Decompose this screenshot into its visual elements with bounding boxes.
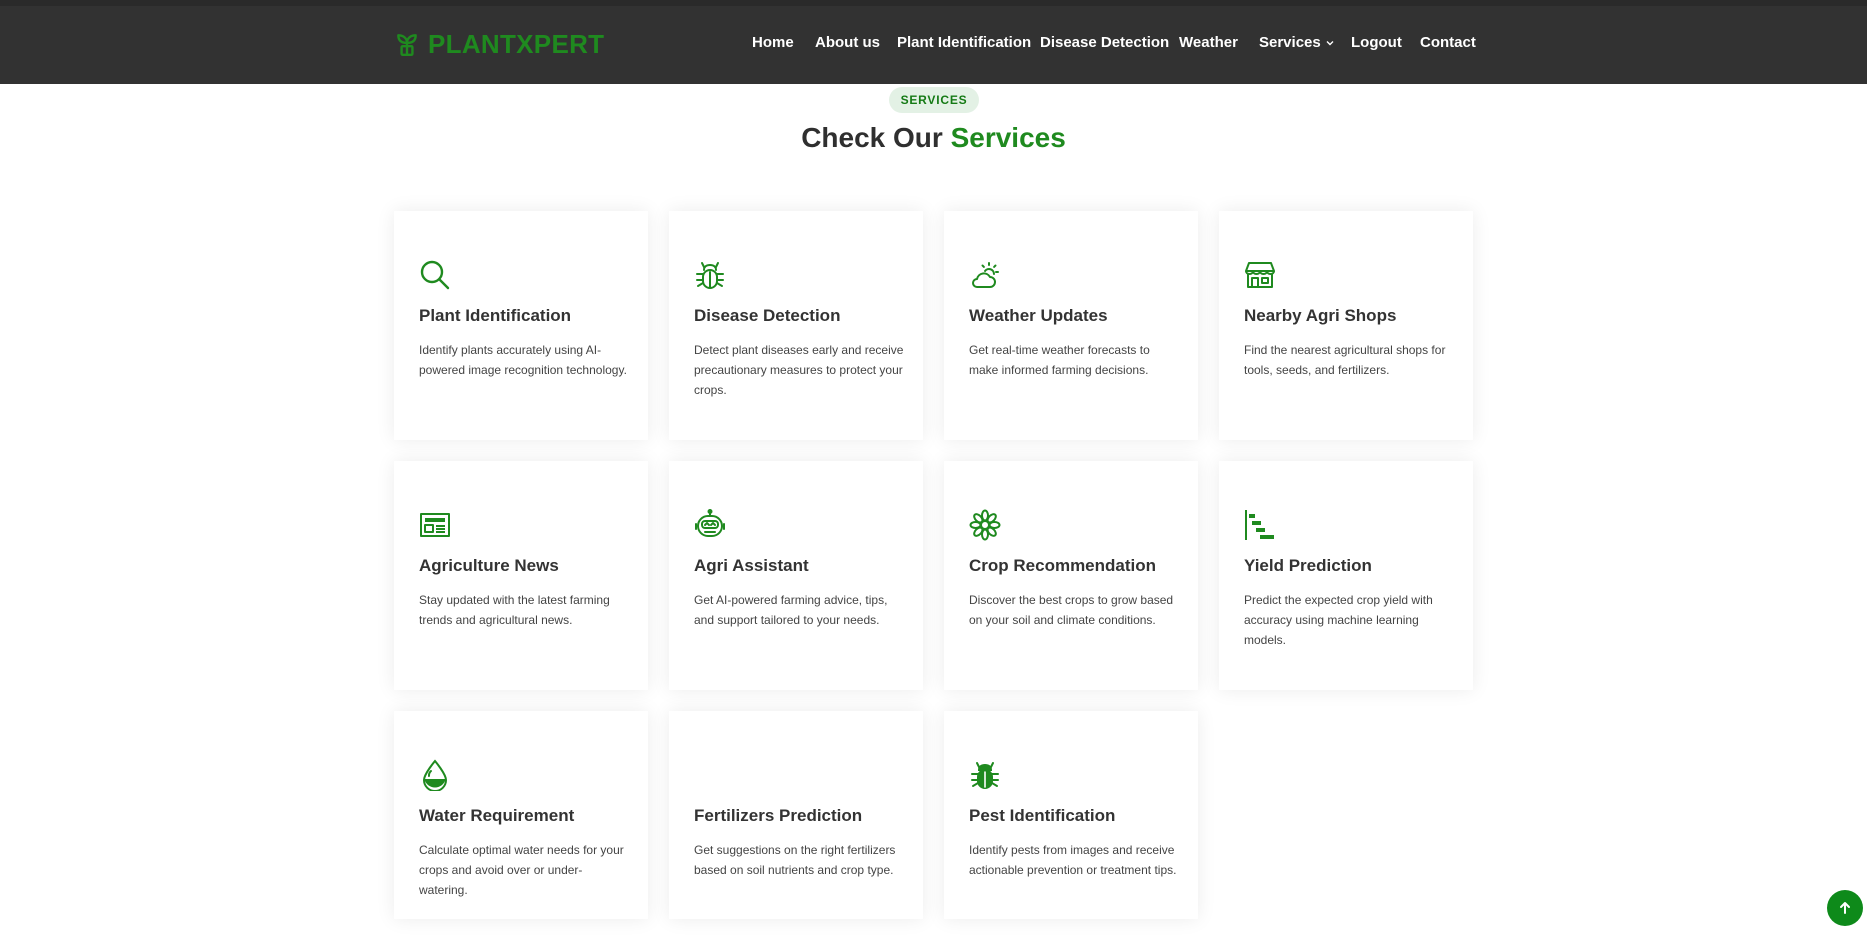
card-description: Detect plant diseases early and receive … <box>694 343 904 397</box>
service-card-pest-identification[interactable]: Pest Identification Identify pests from … <box>944 711 1198 919</box>
service-card-weather-updates[interactable]: Weather Updates Get real-time weather fo… <box>944 211 1198 440</box>
service-card-crop-recommendation[interactable]: Crop Recommendation Discover the best cr… <box>944 461 1198 690</box>
section-title: Check Our Services <box>0 122 1867 154</box>
service-card-disease-detection[interactable]: Disease Detection Detect plant diseases … <box>669 211 923 440</box>
card-title: Crop Recommendation <box>969 556 1157 575</box>
nav-about-us[interactable]: About us <box>815 34 880 51</box>
card-title: Plant Identification <box>419 306 572 325</box>
nav-logout[interactable]: Logout <box>1351 34 1402 51</box>
card-title: Nearby Agri Shops <box>1244 306 1397 325</box>
search-icon <box>420 260 450 290</box>
card-title: Yield Prediction <box>1244 556 1372 575</box>
robot-icon <box>695 509 725 537</box>
card-title: Agri Assistant <box>694 556 809 575</box>
page: PLANTXPERT Home About us Plant Identific… <box>0 0 1867 938</box>
section-title-prefix: Check Our <box>801 122 943 153</box>
chevron-down-icon <box>1326 40 1334 45</box>
card-description: Calculate optimal water needs for your c… <box>419 843 624 897</box>
cloud-sun-icon <box>972 262 999 288</box>
card-description: Predict the expected crop yield with acc… <box>1244 593 1433 647</box>
service-card-water-requirement[interactable]: Water Requirement Calculate optimal wate… <box>394 711 648 919</box>
card-title: Pest Identification <box>969 806 1116 825</box>
service-card-yield-prediction[interactable]: Yield Prediction Predict the expected cr… <box>1219 461 1473 690</box>
flower-icon <box>969 509 1001 541</box>
header: PLANTXPERT Home About us Plant Identific… <box>0 0 1867 84</box>
card-description: Get suggestions on the right fertilizers… <box>694 843 896 877</box>
card-description: Stay updated with the latest farming tre… <box>419 593 610 627</box>
section-badge: SERVICES <box>889 87 979 113</box>
arrow-up-icon <box>1840 902 1850 914</box>
nav-contact[interactable]: Contact <box>1420 34 1476 51</box>
nav-home[interactable]: Home <box>752 34 794 51</box>
newspaper-icon <box>420 513 450 537</box>
card-description: Discover the best crops to grow based on… <box>969 593 1174 627</box>
nav-plant-identification[interactable]: Plant Identification <box>897 34 1031 51</box>
main-nav: Home About us Plant Identification Disea… <box>0 34 1867 56</box>
back-to-top-button[interactable] <box>1827 890 1863 926</box>
header-top-border <box>0 0 1867 6</box>
card-description: Get real-time weather forecasts to make … <box>969 343 1150 377</box>
droplet-half-icon <box>422 759 448 791</box>
card-description: Get AI-powered farming advice, tips, and… <box>694 593 888 627</box>
card-description: Identify plants accurately using AI-powe… <box>419 343 627 377</box>
service-card-plant-identification[interactable]: Plant Identification Identify plants acc… <box>394 211 648 440</box>
card-title: Fertilizers Prediction <box>694 806 863 825</box>
bug-fill-icon <box>971 762 999 789</box>
nav-services[interactable]: Services <box>1259 34 1335 51</box>
shop-icon <box>1245 262 1275 288</box>
card-description: Find the nearest agricultural shops for … <box>1244 343 1446 377</box>
service-card-agri-assistant[interactable]: Agri Assistant Get AI-powered farming ad… <box>669 461 923 690</box>
card-title: Water Requirement <box>419 806 575 825</box>
section-title-accent: Services <box>950 122 1066 153</box>
service-card-agriculture-news[interactable]: Agriculture News Stay updated with the l… <box>394 461 648 690</box>
nav-weather[interactable]: Weather <box>1179 34 1238 51</box>
service-card-nearby-agri-shops[interactable]: Nearby Agri Shops Find the nearest agric… <box>1219 211 1473 440</box>
bug-icon <box>696 262 724 289</box>
nav-disease-detection[interactable]: Disease Detection <box>1040 34 1169 51</box>
bar-chart-steps-icon <box>1245 510 1274 540</box>
card-title: Weather Updates <box>969 306 1108 325</box>
card-title: Agriculture News <box>419 556 559 575</box>
card-title: Disease Detection <box>694 306 841 325</box>
nav-services-label: Services <box>1259 34 1321 51</box>
service-card-fertilizers-prediction[interactable]: Fertilizers Prediction Get suggestions o… <box>669 711 923 919</box>
card-description: Identify pests from images and receive a… <box>969 843 1177 877</box>
